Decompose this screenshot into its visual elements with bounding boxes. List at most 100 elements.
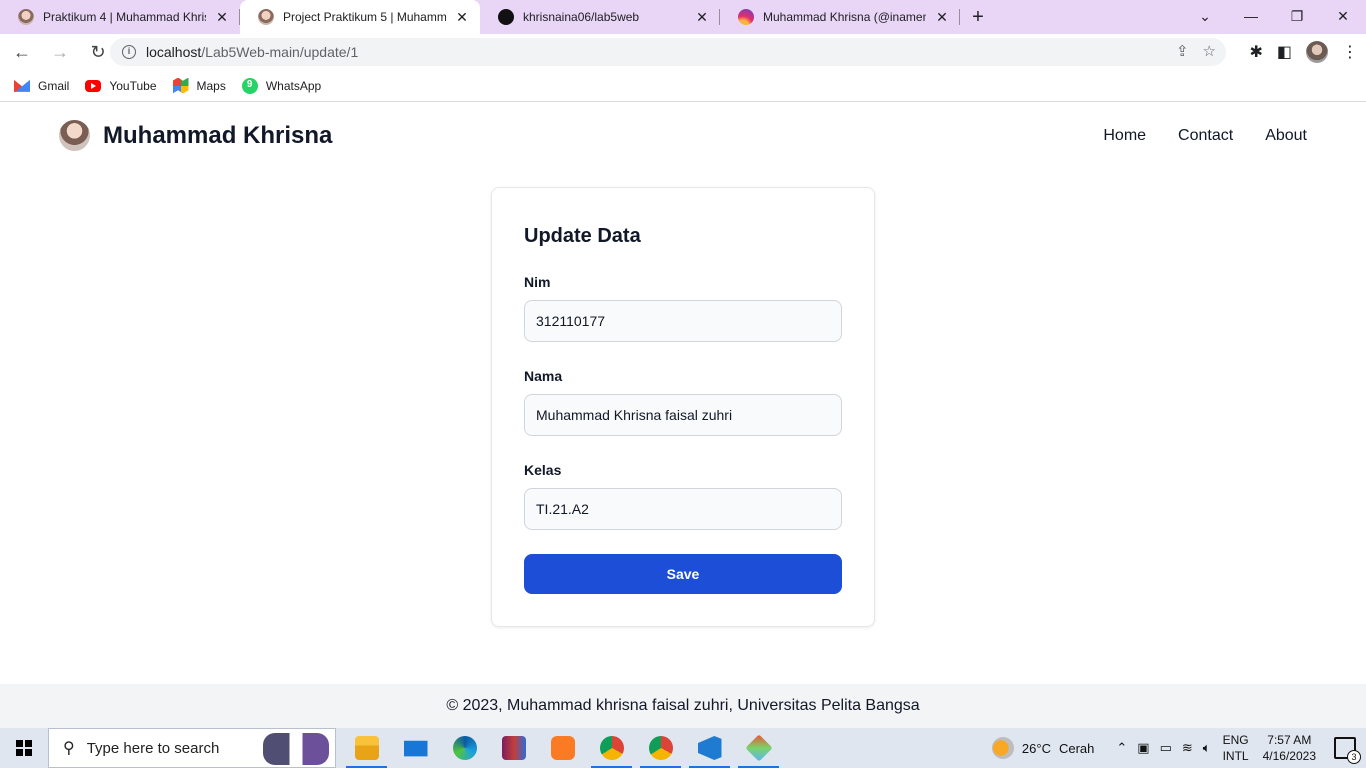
address-bar[interactable]: i localhost/Lab5Web-main/update/1 ⇪ ☆ xyxy=(110,38,1226,66)
weather-text: Cerah xyxy=(1058,740,1095,756)
clock-date: 4/16/2023 xyxy=(1262,749,1316,763)
kelas-label: Kelas xyxy=(524,462,562,478)
bookmark-whatsapp[interactable]: WhatsApp xyxy=(241,77,322,94)
browser-tab-1[interactable]: Project Praktikum 5 | Muhammad ✕ xyxy=(240,0,480,34)
forward-button[interactable]: → xyxy=(44,36,76,68)
start-button[interactable] xyxy=(0,728,48,768)
gmail-icon xyxy=(14,79,30,92)
form-title: Update Data xyxy=(524,225,641,247)
partly-sunny-icon xyxy=(991,737,1014,759)
xampp-icon xyxy=(550,736,575,760)
site-footer: © 2023, Muhammad khrisna faisal zuhri, U… xyxy=(0,684,1366,728)
close-window-button[interactable]: ✕ xyxy=(1320,0,1366,34)
chrome-app-2[interactable] xyxy=(636,728,685,768)
lang-bottom: INTL xyxy=(1222,749,1249,763)
nav-contact[interactable]: Contact xyxy=(1178,127,1233,145)
bookmark-maps[interactable]: Maps xyxy=(172,77,226,94)
browser-tab-3[interactable]: Muhammad Khrisna (@inamenol ✕ xyxy=(720,0,960,34)
avatar-icon xyxy=(258,9,274,25)
youtube-icon xyxy=(85,79,102,92)
mail-app[interactable] xyxy=(391,728,440,768)
winrar-icon xyxy=(501,736,526,760)
nim-label: Nim xyxy=(524,274,551,290)
mail-icon xyxy=(403,740,428,757)
share-icon[interactable]: ⇪ xyxy=(1176,42,1189,60)
git-app[interactable] xyxy=(734,728,783,768)
battery-icon[interactable]: ▭ xyxy=(1160,740,1172,756)
brand-name: Muhammad Khrisna xyxy=(103,121,333,149)
vscode-app[interactable] xyxy=(685,728,734,768)
weather-widget[interactable]: 26°C Cerah xyxy=(991,737,1095,759)
folder-icon xyxy=(354,736,379,760)
weather-temp: 26°C xyxy=(1021,740,1051,756)
winrar-app[interactable] xyxy=(489,728,538,768)
bookmark-label: WhatsApp xyxy=(265,78,322,93)
chrome-icon xyxy=(648,736,673,760)
browser-tab-0[interactable]: Praktikum 4 | Muhammad Khrisna ✕ xyxy=(0,0,240,34)
language-indicator[interactable]: ENG INTL xyxy=(1223,732,1249,764)
chevron-up-icon[interactable]: ⌃ xyxy=(1116,740,1127,756)
tab-title: khrisnaina06/lab5web xyxy=(523,10,640,24)
url-path: /Lab5Web-main/update/1 xyxy=(201,44,359,60)
page-viewport: Muhammad Khrisna Home Contact About Upda… xyxy=(0,103,1366,728)
menu-kebab-icon[interactable]: ⋮ xyxy=(1342,42,1358,62)
tab-title: Praktikum 4 | Muhammad Khrisna xyxy=(43,10,206,24)
meet-icon[interactable]: ▣ xyxy=(1137,740,1149,756)
new-tab-button[interactable]: + xyxy=(960,0,996,34)
extensions-icon[interactable]: ✱ xyxy=(1249,42,1262,62)
close-icon[interactable]: ✕ xyxy=(934,9,950,25)
bookmark-label: Gmail xyxy=(38,78,70,93)
edge-icon xyxy=(452,736,477,760)
tab-search-icon[interactable]: ⌄ xyxy=(1182,0,1228,34)
restore-button[interactable]: ❐ xyxy=(1274,0,1320,34)
bookmark-label: Maps xyxy=(196,78,226,93)
avatar-icon xyxy=(18,9,34,25)
wifi-icon[interactable]: ≋ xyxy=(1182,740,1193,756)
kelas-input[interactable] xyxy=(524,488,842,530)
minimize-button[interactable]: — xyxy=(1228,0,1274,34)
close-icon[interactable]: ✕ xyxy=(214,9,230,25)
search-icon: ⚲ xyxy=(63,740,75,757)
nama-label: Nama xyxy=(524,368,563,384)
close-icon[interactable]: ✕ xyxy=(454,9,470,25)
bookmark-label: YouTube xyxy=(109,78,157,93)
git-icon xyxy=(744,734,773,762)
site-info-icon[interactable]: i xyxy=(122,45,136,59)
edge-app[interactable] xyxy=(440,728,489,768)
browser-tab-2[interactable]: khrisnaina06/lab5web ✕ xyxy=(480,0,720,34)
file-explorer-app[interactable] xyxy=(342,728,391,768)
tab-title: Project Praktikum 5 | Muhammad xyxy=(283,10,446,24)
clock-time: 7:57 AM xyxy=(1267,733,1312,747)
nim-input[interactable] xyxy=(524,300,842,342)
profile-avatar[interactable] xyxy=(1306,41,1328,63)
side-panel-icon[interactable]: ◧ xyxy=(1277,42,1292,62)
nav-home[interactable]: Home xyxy=(1103,127,1146,145)
clock[interactable]: 7:57 AM 4/16/2023 xyxy=(1263,732,1316,764)
update-form-card: Update Data Nim Nama Kelas Save xyxy=(491,187,875,627)
vscode-icon xyxy=(697,736,722,760)
close-icon[interactable]: ✕ xyxy=(694,9,710,25)
github-icon xyxy=(498,9,514,25)
volume-icon[interactable]: 🔈︎ xyxy=(1203,740,1211,756)
pinned-apps xyxy=(342,728,783,768)
chrome-app-1[interactable] xyxy=(587,728,636,768)
windows-icon xyxy=(16,740,32,756)
back-button[interactable]: ← xyxy=(6,36,38,68)
browser-toolbar: ← → ↻ i localhost/Lab5Web-main/update/1 … xyxy=(0,34,1366,70)
brand-link[interactable]: Muhammad Khrisna xyxy=(59,120,332,151)
instagram-icon xyxy=(738,9,754,25)
notification-count: 3 xyxy=(1347,750,1361,764)
nav-about[interactable]: About xyxy=(1265,127,1307,145)
nama-input[interactable] xyxy=(524,394,842,436)
taskbar-search[interactable]: ⚲ Type here to search xyxy=(48,728,336,768)
taskbar: ⚲ Type here to search 26°C Cerah ⌃ ▣ ▭ ≋… xyxy=(0,728,1366,768)
tab-title: Muhammad Khrisna (@inamenol xyxy=(763,10,926,24)
maps-icon xyxy=(172,77,189,94)
xampp-app[interactable] xyxy=(538,728,587,768)
notification-center-icon[interactable]: 3 xyxy=(1334,737,1361,764)
bookmark-youtube[interactable]: YouTube xyxy=(85,78,157,93)
save-button[interactable]: Save xyxy=(524,554,842,594)
search-placeholder: Type here to search xyxy=(86,739,220,757)
bookmark-star-icon[interactable]: ☆ xyxy=(1203,42,1216,60)
bookmark-gmail[interactable]: Gmail xyxy=(14,78,69,94)
